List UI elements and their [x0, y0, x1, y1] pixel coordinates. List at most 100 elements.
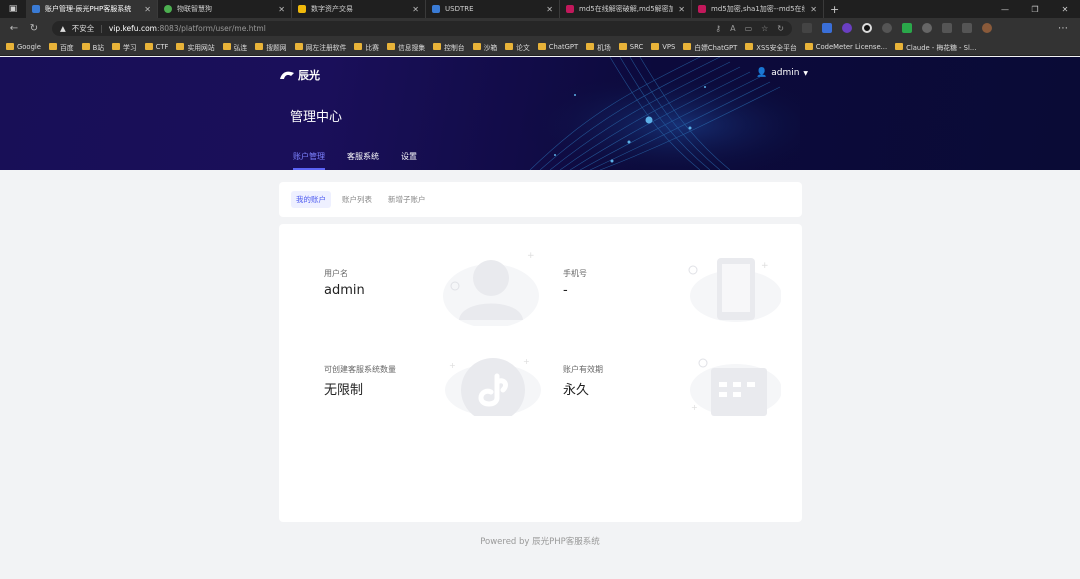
favorite-icon[interactable]: ☆: [761, 24, 768, 33]
bookmarks-bar: Google 百度 B站 学习 CTF 实用网站 弘连 搜题网 网左注册软件 比赛 信息搜集 控制台 沙…: [0, 38, 1080, 56]
close-icon[interactable]: ✕: [412, 5, 419, 14]
tab-settings[interactable]: 设置: [401, 151, 417, 170]
close-icon[interactable]: ✕: [678, 5, 685, 14]
url-field[interactable]: ▲ 不安全 | vip.kefu.com:8083/platform/user/…: [52, 20, 792, 36]
extension-icon[interactable]: [882, 23, 892, 33]
browser-tab[interactable]: 账户管理-辰光PHP客服系统 ✕: [26, 0, 158, 18]
bookmark-item[interactable]: 弘连: [222, 42, 247, 52]
bookmark-item[interactable]: VPS: [651, 43, 675, 51]
stat-username: 用户名 admin: [324, 268, 365, 298]
close-icon[interactable]: ✕: [278, 5, 285, 14]
tab-account-management[interactable]: 账户管理: [293, 151, 325, 170]
window-controls: — ❐ ✕: [990, 5, 1080, 14]
bookmark-label: 论文: [516, 43, 530, 52]
bookmark-label: VPS: [662, 42, 676, 51]
url-path: :8083/platform/user/me.html: [156, 23, 266, 33]
shield-icon[interactable]: [902, 23, 912, 33]
tab-title: USDTRE: [445, 5, 474, 13]
bookmark-label: 实用网站: [187, 43, 215, 52]
subtab-account-list[interactable]: 账户列表: [337, 191, 377, 208]
bookmark-item[interactable]: XSS安全平台: [745, 42, 797, 52]
bookmark-label: Claude - 梅花糖 - Sl...: [906, 43, 977, 52]
subtab-add-subaccount[interactable]: 新增子账户: [383, 191, 431, 208]
bookmark-item[interactable]: 沙箱: [472, 42, 498, 52]
bookmark-label: XSS安全平台: [756, 43, 797, 52]
tab-favicon-icon: [32, 5, 40, 13]
refresh-icon[interactable]: ↻: [24, 23, 44, 34]
bookmark-item[interactable]: 学习: [112, 42, 137, 52]
extension-icon[interactable]: [862, 23, 872, 33]
phone-illustration-icon: +: [688, 258, 781, 322]
tab-actions-icon[interactable]: ▣: [0, 0, 26, 18]
bookmark-label: 控制台: [444, 43, 465, 52]
bookmark-label: 网左注册软件: [305, 43, 347, 52]
key-icon[interactable]: ⚷: [715, 24, 721, 33]
read-aloud-icon[interactable]: A: [730, 24, 735, 33]
subtab-my-account[interactable]: 我的账户: [291, 191, 331, 208]
bookmark-item[interactable]: 控制台: [433, 42, 465, 52]
close-icon[interactable]: ✕: [144, 5, 151, 14]
folder-icon: [651, 43, 660, 50]
bookmark-item[interactable]: 机场: [586, 42, 611, 52]
folder-icon: [222, 43, 231, 50]
split-screen-icon[interactable]: ▭: [745, 24, 753, 33]
bookmark-item[interactable]: 网左注册软件: [294, 42, 347, 52]
bookmark-item[interactable]: Google: [6, 43, 41, 51]
folder-icon: [537, 43, 546, 50]
bookmark-item[interactable]: 白嫖ChatGPT: [683, 42, 737, 52]
profile-avatar[interactable]: [982, 23, 992, 33]
user-menu[interactable]: 👤 admin ▼: [756, 68, 808, 78]
close-icon[interactable]: ✕: [810, 5, 817, 14]
bookmark-label: 比赛: [365, 43, 379, 52]
bookmark-item[interactable]: B站: [81, 42, 104, 52]
bookmark-label: 沙箱: [483, 43, 498, 52]
browser-tab[interactable]: md5在线解密破解,md5解密加密 ✕: [560, 0, 692, 18]
restore-icon[interactable]: ❐: [1020, 5, 1050, 14]
browser-tab[interactable]: 物联智慧狗 ✕: [158, 0, 292, 18]
folder-icon: [895, 43, 904, 50]
folder-icon: [48, 43, 57, 50]
tab-title: 账户管理-辰光PHP客服系统: [45, 5, 132, 13]
tab-customer-service[interactable]: 客服系统: [347, 151, 379, 170]
back-icon[interactable]: ←: [4, 23, 24, 34]
bookmark-item[interactable]: ChatGPT: [537, 43, 578, 51]
bookmark-item[interactable]: CTF: [144, 43, 168, 51]
logo[interactable]: 辰光: [279, 67, 320, 83]
extension-icon[interactable]: [842, 23, 852, 33]
stat-label: 用户名: [324, 269, 348, 278]
bookmark-item[interactable]: 论文: [505, 42, 530, 52]
bookmark-item[interactable]: Claude - 梅花糖 - Sl...: [895, 42, 976, 52]
bookmark-item[interactable]: 信息搜集: [386, 42, 425, 52]
extension-icon[interactable]: [822, 23, 832, 33]
stat-label: 账户有效期: [563, 365, 603, 374]
close-window-icon[interactable]: ✕: [1050, 5, 1080, 14]
folder-icon: [144, 43, 153, 50]
favorites-icon[interactable]: [942, 23, 952, 33]
bookmark-item[interactable]: 实用网站: [176, 42, 215, 52]
extension-icon[interactable]: [922, 23, 932, 33]
svg-text:+: +: [523, 357, 530, 366]
bookmark-item[interactable]: 百度: [48, 42, 74, 52]
stat-max-systems: 可创建客服系统数量 无限制: [324, 364, 396, 398]
refresh-small-icon[interactable]: ↻: [777, 24, 784, 33]
bookmark-item[interactable]: 比赛: [354, 42, 379, 52]
bookmark-item[interactable]: CodeMeter License...: [804, 43, 887, 51]
folder-icon: [472, 43, 481, 50]
new-tab-button[interactable]: +: [824, 3, 845, 16]
folder-icon: [505, 43, 514, 50]
url-text: vip.kefu.com:8083/platform/user/me.html: [109, 24, 266, 33]
collections-icon[interactable]: [962, 23, 972, 33]
browser-tab[interactable]: USDTRE ✕: [426, 0, 560, 18]
bookmark-label: 搜题网: [266, 43, 287, 52]
svg-text:+: +: [449, 361, 456, 370]
more-icon[interactable]: ⋯: [1058, 23, 1080, 34]
minimize-icon[interactable]: —: [990, 5, 1020, 14]
stat-expiry: 账户有效期 永久: [563, 364, 603, 398]
bookmark-item[interactable]: 搜题网: [255, 42, 287, 52]
close-icon[interactable]: ✕: [546, 5, 553, 14]
stat-value: 永久: [563, 383, 590, 398]
browser-tab[interactable]: md5加密,sha1加密--md5在线解 ✕: [692, 0, 824, 18]
bookmark-item[interactable]: SRC: [618, 43, 643, 51]
browser-tab[interactable]: 数字资产交易 ✕: [292, 0, 426, 18]
extension-icon[interactable]: [802, 23, 812, 33]
